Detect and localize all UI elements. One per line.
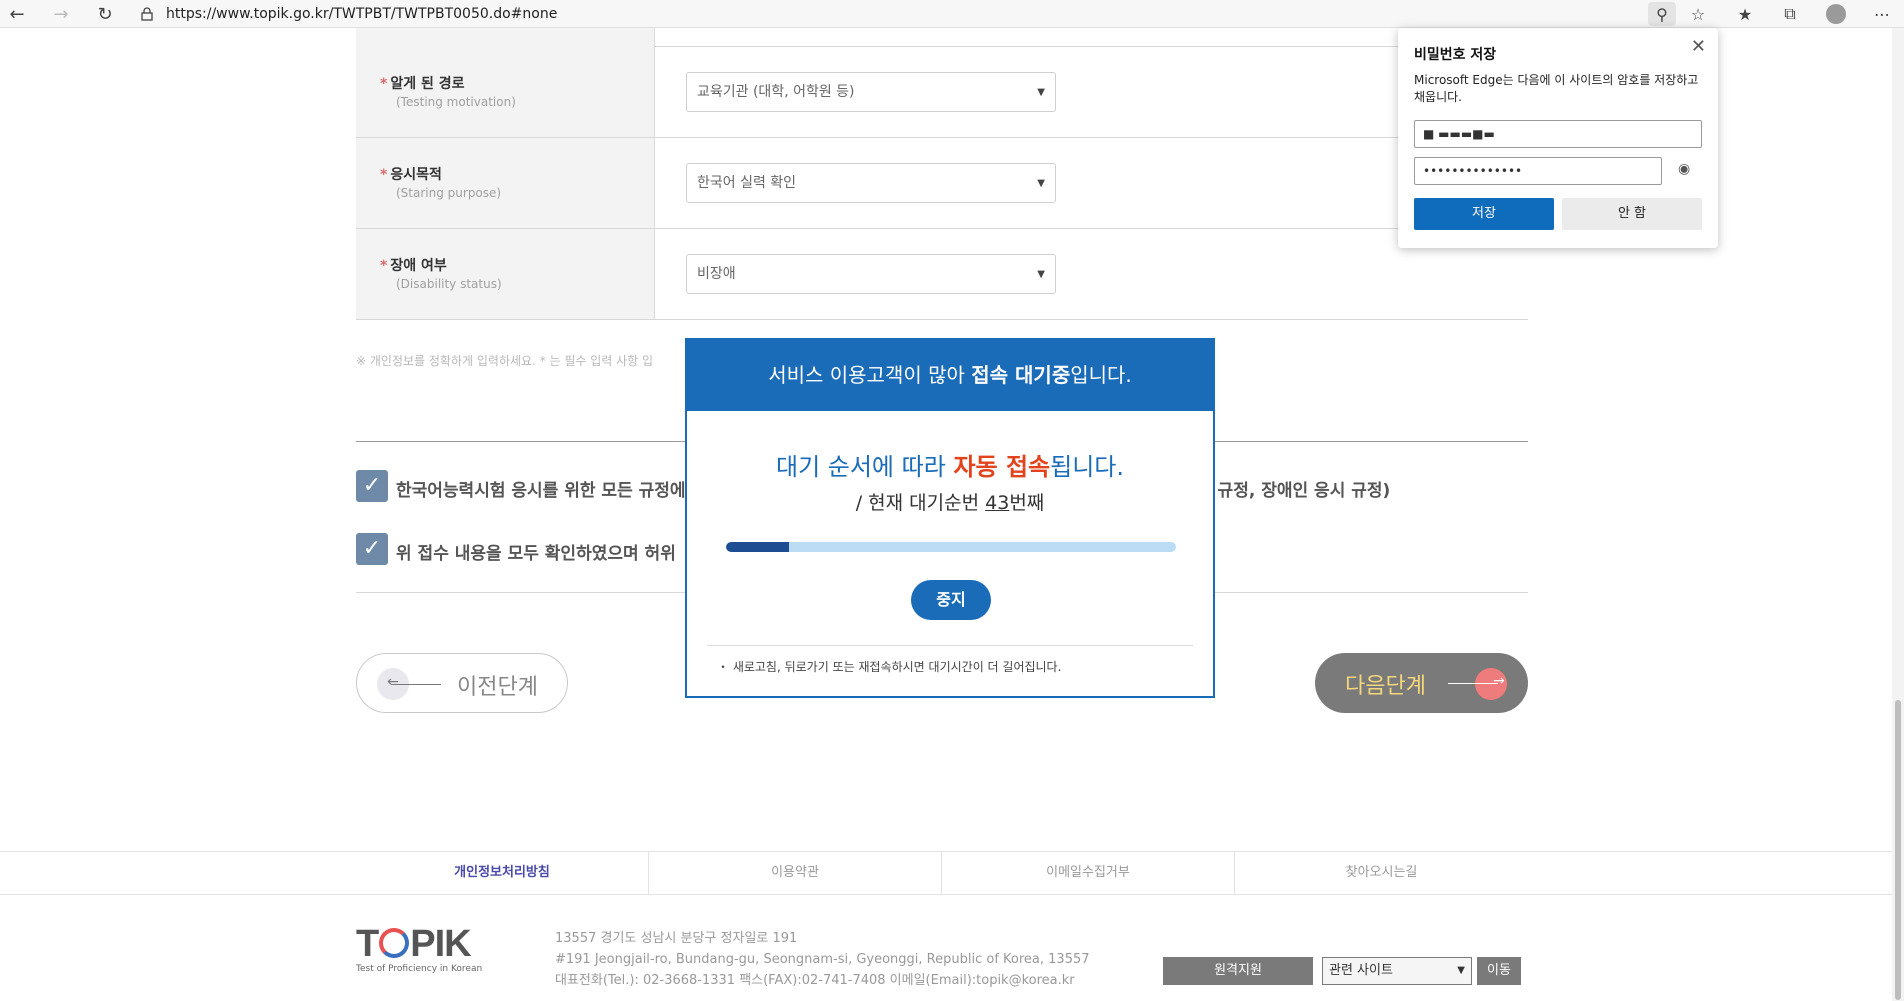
- more-menu-icon[interactable]: ⋯: [1868, 2, 1896, 26]
- agreement-text: 한국어능력시험 응시를 위한 모든 규정에: [396, 481, 686, 501]
- queue-number: 43: [985, 492, 1010, 514]
- footer-link-terms[interactable]: 이용약관: [649, 852, 942, 894]
- logo-tagline: Test of Proficiency in Korean: [356, 964, 483, 974]
- lock-icon: [140, 7, 154, 21]
- field-sublabel: (Disability status): [396, 277, 502, 291]
- form-row-disability: * 장애 여부 (Disability status) 비장애 ▼: [356, 229, 1528, 320]
- topik-logo: T PIK Test of Proficiency in Korean: [356, 923, 483, 974]
- stop-button[interactable]: 중지: [911, 580, 991, 620]
- footer-link-directions[interactable]: 찾아오시는길: [1235, 852, 1528, 894]
- purpose-select[interactable]: 한국어 실력 확인 ▼: [686, 163, 1056, 203]
- arrow-left-icon: ←: [387, 674, 399, 690]
- save-password-popup: 비밀번호 저장 ✕ Microsoft Edge는 다음에 이 사이트의 암호를…: [1398, 28, 1718, 248]
- browser-toolbar: ← → ↻ https://www.topik.go.kr/TWTPBT/TWT…: [0, 0, 1904, 28]
- modal-message: 대기 순서에 따라 자동 접속됩니다.: [775, 453, 1124, 481]
- page-scrollbar[interactable]: [1892, 28, 1904, 1001]
- chevron-down-icon: ▼: [1037, 269, 1045, 280]
- save-password-button[interactable]: 저장: [1414, 198, 1554, 230]
- username-field[interactable]: ■ ▬▬▬■▬: [1414, 120, 1702, 148]
- footer-links: 개인정보처리방침 이용약관 이메일수집거부 찾아오시는길: [0, 851, 1904, 895]
- agreement-text-tail: 불 규정, 장애인 응시 규정): [1196, 481, 1391, 501]
- field-label: 응시목적: [390, 167, 442, 183]
- go-button[interactable]: 이동: [1477, 957, 1521, 985]
- modal-note: ・ 새로고침, 뒤로가기 또는 재접속하시면 대기시간이 더 길어집니다.: [717, 660, 1062, 674]
- form-row-partial: [356, 28, 1528, 47]
- testing-motivation-select[interactable]: 교육기관 (대학, 어학원 등) ▼: [686, 72, 1056, 112]
- prev-step-button[interactable]: ← 이전단계: [356, 653, 568, 713]
- modal-header: 서비스 이용고객이 많아 접속 대기중입니다.: [687, 340, 1213, 411]
- popup-title: 비밀번호 저장: [1414, 47, 1497, 63]
- url-text: https://www.topik.go.kr/TWTPBT/TWTPBT005…: [166, 6, 558, 22]
- collections-icon[interactable]: ⧉: [1776, 2, 1804, 26]
- remote-support-button[interactable]: 원격지원: [1163, 957, 1313, 985]
- next-step-button[interactable]: 다음단계 →: [1315, 653, 1528, 713]
- progress-fill: [726, 542, 789, 552]
- footer-address: 13557 경기도 성남시 분당구 정자일로 191 #191 Jeongjai…: [555, 931, 1090, 988]
- chevron-down-icon: ▼: [1457, 965, 1465, 976]
- field-label: 장애 여부: [390, 258, 447, 274]
- back-arrow-icon[interactable]: ←: [4, 2, 30, 26]
- disability-select[interactable]: 비장애 ▼: [686, 254, 1056, 294]
- close-icon[interactable]: ✕: [1691, 36, 1706, 57]
- footer: T PIK Test of Proficiency in Korean 13557…: [0, 895, 1904, 1001]
- never-save-button[interactable]: 안 함: [1562, 198, 1702, 230]
- add-favorite-icon[interactable]: ☆: [1684, 2, 1712, 26]
- form-row-testing-motivation: * 알게 된 경로 (Testing motivation) 교육기관 (대학, …: [356, 47, 1528, 138]
- footer-link-privacy[interactable]: 개인정보처리방침: [356, 852, 649, 894]
- agreement-text: 위 접수 내용을 모두 확인하였으며 허위: [396, 544, 676, 564]
- form-row-purpose: * 응시목적 (Staring purpose) 한국어 실력 확인 ▼: [356, 138, 1528, 229]
- favorites-icon[interactable]: ★: [1731, 2, 1759, 26]
- refresh-icon[interactable]: ↻: [92, 2, 118, 26]
- related-sites-select[interactable]: 관련 사이트 ▼: [1322, 957, 1472, 985]
- chevron-down-icon: ▼: [1037, 178, 1045, 189]
- queue-progress-bar: [726, 542, 1176, 552]
- key-icon[interactable]: ⚲: [1648, 2, 1676, 26]
- queue-position: / 현재 대기순번 43번째: [855, 492, 1045, 514]
- form-note: ※ 개인정보를 정확하게 입력하세요. * 는 필수 입력 사항 입: [356, 354, 654, 368]
- queue-modal: 서비스 이용고객이 많아 접속 대기중입니다. 대기 순서에 따라 자동 접속됩…: [685, 338, 1215, 698]
- field-sublabel: (Testing motivation): [396, 95, 516, 109]
- checkbox-checked[interactable]: ✓: [356, 533, 388, 565]
- address-bar[interactable]: https://www.topik.go.kr/TWTPBT/TWTPBT005…: [140, 1, 1640, 27]
- profile-avatar-icon[interactable]: [1822, 2, 1850, 26]
- field-label: 알게 된 경로: [390, 76, 465, 92]
- eye-icon[interactable]: ◉: [1678, 161, 1690, 177]
- chevron-down-icon: ▼: [1037, 87, 1045, 98]
- footer-link-email-refuse[interactable]: 이메일수집거부: [942, 852, 1235, 894]
- field-sublabel: (Staring purpose): [396, 186, 502, 200]
- password-field[interactable]: ••••••••••••••: [1414, 157, 1662, 185]
- popup-description: Microsoft Edge는 다음에 이 사이트의 암호를 저장하고 채웁니다…: [1414, 73, 1699, 104]
- checkbox-checked[interactable]: ✓: [356, 470, 388, 502]
- arrow-right-icon: →: [1493, 673, 1505, 689]
- forward-arrow-icon[interactable]: →: [48, 2, 74, 26]
